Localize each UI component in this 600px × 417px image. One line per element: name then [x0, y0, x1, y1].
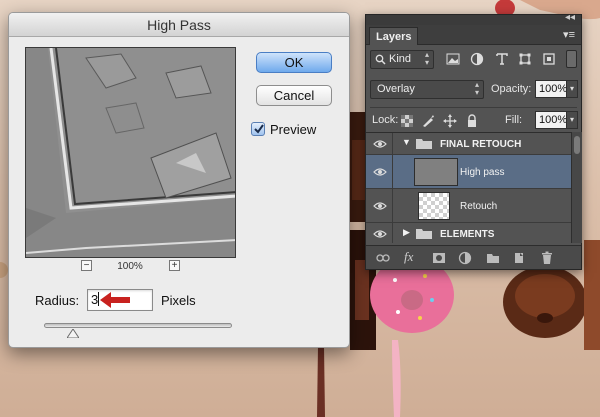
cancel-button[interactable]: Cancel: [256, 85, 332, 106]
zoom-controls: − 100% +: [81, 260, 181, 274]
layer-row-retouch[interactable]: Retouch: [366, 189, 571, 223]
layers-scrollbar[interactable]: [571, 132, 582, 243]
filter-kind-select[interactable]: Kind ▴ ▾: [370, 50, 434, 69]
layer-name: Retouch: [460, 201, 498, 212]
search-icon: [375, 54, 386, 65]
layers-panel: ◂◂ Layers ▾≡ Kind ▴ ▾ Overlay ▴ ▾ Opacit…: [365, 12, 582, 270]
scrollbar-thumb[interactable]: [574, 136, 580, 154]
fill-dropdown-button[interactable]: ▾: [566, 111, 578, 129]
eye-icon[interactable]: [373, 229, 387, 239]
layer-name: FINAL RETOUCH: [440, 139, 522, 150]
radius-value: 3: [91, 292, 99, 307]
spinner-icon: ▴ ▾: [474, 80, 479, 97]
zoom-out-button[interactable]: −: [81, 260, 92, 271]
panel-tab-bar: Layers ▾≡: [366, 25, 581, 45]
blend-row: Overlay ▴ ▾ Opacity: 100% ▾: [370, 79, 578, 101]
blend-mode-value: Overlay: [377, 83, 415, 95]
collapse-panel-icon[interactable]: ◂◂: [565, 12, 575, 23]
radius-slider-track[interactable]: [44, 323, 232, 328]
lock-all-icon[interactable]: [465, 114, 479, 128]
fx-icon[interactable]: fx: [404, 249, 418, 264]
panel-dock-bar: ◂◂: [366, 12, 581, 25]
opacity-label: Opacity:: [491, 83, 532, 95]
chevron-right-icon[interactable]: ▶: [403, 227, 410, 238]
filter-kind-value: Kind: [389, 53, 412, 65]
checkmark-icon: [254, 124, 264, 134]
folder-icon: [416, 139, 432, 149]
lock-transparent-icon[interactable]: [400, 114, 414, 128]
panel-menu-icon[interactable]: ▾≡: [563, 28, 575, 41]
ok-button[interactable]: OK: [256, 52, 332, 73]
dialog-title: High Pass: [9, 13, 349, 37]
image-filter-icon[interactable]: [446, 52, 460, 66]
zoom-level: 100%: [117, 261, 143, 272]
type-filter-icon[interactable]: [495, 52, 509, 66]
lock-position-icon[interactable]: [443, 114, 457, 128]
zoom-in-button[interactable]: +: [169, 260, 180, 271]
preview-label: Preview: [270, 122, 317, 137]
layer-row-final-retouch[interactable]: ▼ FINAL RETOUCH: [366, 133, 571, 155]
link-layers-icon[interactable]: [376, 251, 390, 265]
radius-label: Radius:: [35, 293, 80, 308]
opacity-field[interactable]: 100%: [535, 80, 567, 98]
tab-layers[interactable]: Layers: [369, 27, 419, 45]
layer-filter-row: Kind ▴ ▾: [370, 50, 577, 70]
red-arrow-icon: [100, 292, 130, 308]
layer-row-elements[interactable]: ▶ ELEMENTS: [366, 223, 571, 243]
layer-name: High pass: [460, 167, 505, 178]
lock-label: Lock:: [372, 114, 399, 126]
folder-icon: [416, 229, 432, 239]
layer-thumbnail: [418, 192, 450, 220]
layers-list: ▼ FINAL RETOUCH High pass Retouch ▶ ELEM…: [366, 132, 571, 243]
high-pass-dialog: High Pass − 100% + OK Cancel Preview Rad…: [8, 12, 350, 348]
smart-object-filter-icon[interactable]: [542, 52, 556, 66]
add-mask-icon[interactable]: [432, 251, 446, 265]
fill-label: Fill:: [505, 114, 523, 126]
filter-toggle[interactable]: [566, 50, 577, 68]
delete-icon[interactable]: [540, 251, 554, 265]
eye-icon[interactable]: [373, 201, 387, 211]
shape-filter-icon[interactable]: [518, 52, 532, 66]
adjustment-layer-icon[interactable]: [458, 251, 472, 265]
high-pass-preview-image: [26, 48, 235, 257]
filter-preview[interactable]: [25, 47, 236, 258]
spinner-icon: ▴ ▾: [424, 50, 429, 67]
lock-image-icon[interactable]: [421, 114, 435, 128]
layers-panel-footer: fx: [366, 245, 581, 269]
lock-row: Lock: Fill: 100% ▾: [370, 107, 578, 129]
new-group-icon[interactable]: [486, 251, 500, 265]
layer-thumbnail: [414, 158, 458, 186]
chevron-down-icon[interactable]: ▼: [402, 137, 411, 147]
layer-name: ELEMENTS: [440, 229, 495, 240]
new-layer-icon[interactable]: [512, 251, 526, 265]
blend-mode-select[interactable]: Overlay ▴ ▾: [370, 80, 484, 99]
radius-units: Pixels: [161, 293, 196, 308]
eye-icon[interactable]: [373, 167, 387, 177]
opacity-dropdown-button[interactable]: ▾: [566, 80, 578, 98]
adjustment-filter-icon[interactable]: [470, 52, 484, 66]
eye-icon[interactable]: [373, 139, 387, 149]
fill-field[interactable]: 100%: [535, 111, 567, 129]
radius-slider-thumb[interactable]: [67, 329, 79, 338]
preview-checkbox[interactable]: [251, 122, 265, 136]
layer-row-high-pass[interactable]: High pass: [366, 155, 571, 189]
